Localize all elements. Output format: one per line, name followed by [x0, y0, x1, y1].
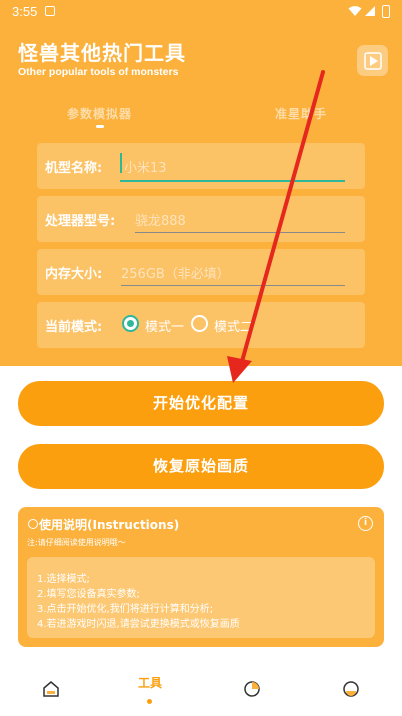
mode-one-radio[interactable] [122, 315, 139, 332]
mode-label: 当前模式: [45, 320, 103, 335]
instruction-item: 4.若进游戏时闪退,请尝试更换模式或恢复画质 [37, 619, 240, 630]
status-bar: 3:55 [0, 0, 402, 24]
instruction-item: 3.点击开始优化,我们将进行计算和分析; [37, 604, 214, 615]
instructions-panel: 使用说明(Instructions) i 注:请仔细阅读使用说明哦～ 1.选择模… [18, 507, 384, 647]
home-icon[interactable] [42, 680, 60, 698]
memory-underline [121, 285, 345, 286]
mode-row: 当前模式: 模式一 模式二 [37, 302, 365, 348]
processor-input[interactable]: 骁龙888 [135, 210, 186, 229]
page-subtitle: Other popular tools of monsters [18, 66, 179, 78]
model-name-row: 机型名称: 小米13 [37, 143, 365, 189]
tab-crosshair-assistant[interactable]: 准星助手 [275, 105, 327, 122]
mode-two-radio[interactable] [191, 315, 208, 332]
memory-label: 内存大小: [45, 267, 103, 282]
instructions-note: 注:请仔细阅读使用说明哦～ [27, 538, 126, 547]
instruction-item: 2.填写您设备真实参数; [37, 589, 140, 600]
processor-row: 处理器型号: 骁龙888 [37, 196, 365, 242]
status-time: 3:55 [12, 4, 38, 19]
notification-icon [45, 6, 55, 16]
text-cursor [120, 153, 122, 173]
model-name-label: 机型名称: [45, 161, 103, 176]
page-title: 怪兽其他热门工具 [18, 41, 186, 65]
instructions-title: 使用说明(Instructions) [39, 518, 180, 532]
play-icon [364, 52, 382, 70]
play-button[interactable] [357, 45, 388, 76]
processor-underline [135, 232, 345, 233]
memory-input[interactable]: 256GB（非必填） [121, 263, 230, 282]
processor-label: 处理器型号: [45, 214, 116, 229]
tab-bar: 参数模拟器 准星助手 [0, 100, 402, 130]
circle-icon [28, 519, 38, 529]
instructions-list: 1.选择模式; 2.填写您设备真实参数; 3.点击开始优化,我们将进行计算和分析… [27, 557, 375, 638]
chart-icon[interactable] [243, 680, 261, 698]
memory-row: 内存大小: 256GB（非必填） [37, 249, 365, 295]
model-name-input[interactable]: 小米13 [124, 157, 167, 176]
signal-icon [365, 6, 375, 16]
nav-active-dot [147, 699, 152, 704]
info-icon[interactable]: i [358, 516, 373, 531]
instruction-item: 1.选择模式; [37, 574, 90, 585]
user-icon[interactable] [342, 680, 360, 698]
start-optimize-button[interactable]: 开始优化配置 [18, 381, 384, 426]
battery-icon [382, 5, 390, 18]
mode-two-label[interactable]: 模式二 [214, 316, 253, 335]
nav-tool-label[interactable]: 工具 [138, 674, 162, 691]
model-name-underline [120, 180, 345, 182]
tab-parameter-simulator[interactable]: 参数模拟器 [67, 105, 132, 122]
tab-indicator [96, 125, 104, 128]
bottom-nav: 工具 [0, 666, 402, 716]
restore-quality-button[interactable]: 恢复原始画质 [18, 444, 384, 489]
wifi-icon [348, 6, 362, 16]
mode-one-label[interactable]: 模式一 [145, 316, 184, 335]
